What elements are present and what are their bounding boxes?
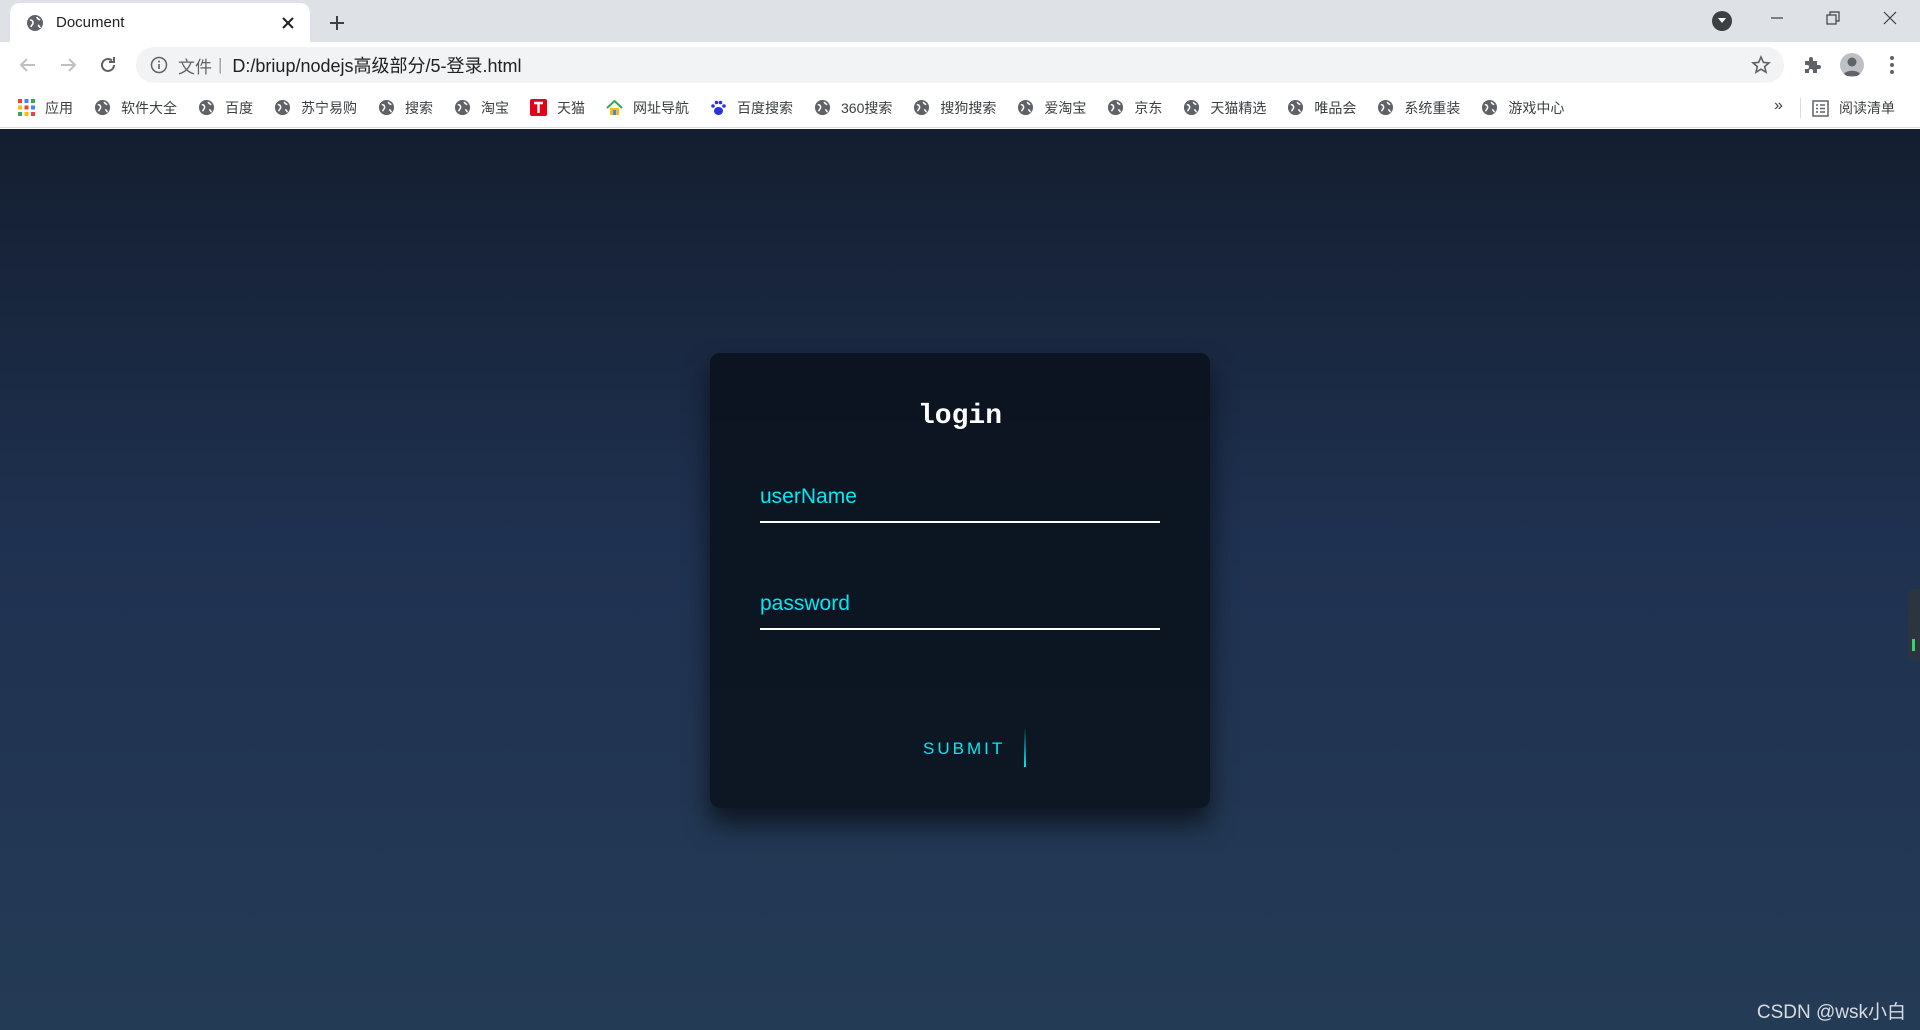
bookmark-label: 搜索 bbox=[405, 99, 433, 116]
bookmarks-bar: 应用 软件大全 百度 苏宁易购 搜索 淘宝 天猫 网址导航 百度搜索 360搜索… bbox=[0, 88, 1920, 128]
bookmark-item[interactable]: 系统重装 bbox=[1377, 98, 1460, 118]
bookmark-label: 系统重装 bbox=[1404, 99, 1461, 116]
login-title: login bbox=[917, 401, 1002, 432]
info-icon[interactable] bbox=[150, 56, 168, 74]
bookmark-item[interactable]: 淘宝 bbox=[454, 98, 509, 118]
close-icon[interactable] bbox=[278, 13, 298, 33]
bookmark-item[interactable]: 搜索 bbox=[378, 98, 433, 118]
globe-icon bbox=[814, 99, 831, 116]
bookmark-label: 软件大全 bbox=[121, 99, 177, 116]
password-input[interactable] bbox=[760, 590, 1160, 630]
bookmark-label: 360搜索 bbox=[841, 99, 893, 116]
bookmark-item[interactable]: 百度 bbox=[198, 98, 253, 118]
profile-avatar[interactable] bbox=[1838, 51, 1866, 79]
globe-icon bbox=[1017, 99, 1034, 116]
bookmark-item[interactable]: 唯品会 bbox=[1287, 98, 1356, 118]
bookmark-item[interactable]: 软件大全 bbox=[94, 98, 177, 118]
bookmarks-overflow-button[interactable]: » bbox=[1774, 97, 1783, 115]
minimize-button[interactable] bbox=[1749, 0, 1805, 36]
submit-animated-border bbox=[1024, 727, 1026, 767]
side-widget-indicator bbox=[1912, 639, 1915, 651]
reading-list-button[interactable]: 阅读清单 bbox=[1812, 98, 1895, 118]
menu-icon[interactable] bbox=[1878, 51, 1906, 79]
bookmark-item[interactable]: 天猫精选 bbox=[1183, 98, 1266, 118]
bookmark-label: 搜狗搜索 bbox=[940, 99, 997, 116]
address-bar[interactable]: 文件 | D:/briup/nodejs高级部分/5-登录.html bbox=[136, 47, 1784, 83]
restore-button[interactable] bbox=[1805, 0, 1861, 36]
side-widget-handle[interactable] bbox=[1908, 589, 1920, 661]
username-underline bbox=[760, 521, 1160, 523]
username-field[interactable]: userName bbox=[760, 483, 1160, 523]
login-box: login userName password SUBMIT bbox=[710, 353, 1210, 808]
bookmark-label: 网址导航 bbox=[633, 99, 689, 116]
globe-icon bbox=[378, 99, 395, 116]
tmall-icon bbox=[530, 99, 547, 116]
reading-list-icon bbox=[1812, 99, 1829, 117]
globe-icon bbox=[94, 99, 111, 116]
bookmark-item[interactable]: 网址导航 bbox=[606, 98, 689, 118]
watermark: CSDN @wsk小白 bbox=[1756, 1002, 1906, 1023]
bookmark-label: 百度 bbox=[225, 99, 253, 116]
bookmark-label: 游戏中心 bbox=[1508, 99, 1565, 116]
bookmark-label: 京东 bbox=[1134, 99, 1163, 116]
tab-search-icon[interactable] bbox=[1712, 11, 1732, 31]
bookmark-item[interactable]: 苏宁易购 bbox=[274, 98, 357, 118]
star-icon[interactable] bbox=[1750, 54, 1772, 76]
globe-icon bbox=[1287, 99, 1304, 116]
password-field[interactable]: password bbox=[760, 590, 1160, 630]
scheme-label: 文件 bbox=[178, 57, 212, 77]
bookmark-item[interactable]: 天猫 bbox=[530, 98, 585, 118]
bookmark-item[interactable]: 360搜索 bbox=[814, 98, 892, 118]
back-button[interactable] bbox=[14, 51, 42, 79]
bookmark-label: 百度搜索 bbox=[737, 99, 793, 116]
bookmark-item[interactable]: 爱淘宝 bbox=[1017, 98, 1086, 118]
globe-icon bbox=[1183, 99, 1200, 116]
address-separator: | bbox=[218, 55, 223, 74]
globe-icon bbox=[454, 99, 471, 116]
bookmark-label: 淘宝 bbox=[481, 99, 509, 116]
globe-icon bbox=[198, 99, 215, 116]
browser-tab[interactable]: Document bbox=[10, 3, 310, 42]
password-underline bbox=[760, 628, 1160, 630]
apps-grid-icon bbox=[18, 99, 35, 116]
bookmark-label: 应用 bbox=[45, 99, 73, 116]
extensions-icon[interactable] bbox=[1798, 51, 1826, 79]
paw-icon bbox=[710, 99, 727, 116]
submit-button[interactable]: SUBMIT bbox=[905, 729, 1023, 769]
bookmark-label: 唯品会 bbox=[1314, 99, 1357, 116]
bookmark-item[interactable]: 京东 bbox=[1107, 98, 1162, 118]
reading-list-label: 阅读清单 bbox=[1839, 100, 1895, 116]
bookmark-apps[interactable]: 应用 bbox=[18, 98, 73, 118]
bookmark-label: 苏宁易购 bbox=[301, 99, 357, 116]
avatar bbox=[1840, 53, 1864, 77]
globe-icon bbox=[1481, 99, 1498, 116]
reload-button[interactable] bbox=[94, 51, 122, 79]
globe-icon bbox=[274, 99, 291, 116]
url-text[interactable]: D:/briup/nodejs高级部分/5-登录.html bbox=[232, 52, 521, 78]
bookmark-label: 天猫 bbox=[557, 99, 585, 116]
browser-toolbar: 文件 | D:/briup/nodejs高级部分/5-登录.html bbox=[0, 42, 1920, 88]
globe-icon bbox=[26, 14, 44, 32]
close-window-button[interactable] bbox=[1862, 0, 1918, 36]
house-icon bbox=[606, 99, 623, 116]
bookmark-item[interactable]: 搜狗搜索 bbox=[913, 98, 996, 118]
bookmark-item[interactable]: 游戏中心 bbox=[1481, 98, 1564, 118]
bookmark-label: 天猫精选 bbox=[1210, 99, 1267, 116]
tab-strip: Document bbox=[0, 0, 1920, 42]
globe-icon bbox=[1107, 99, 1124, 116]
new-tab-button[interactable] bbox=[324, 10, 350, 36]
forward-button[interactable] bbox=[54, 51, 82, 79]
page-content: login userName password SUBMIT CSDN @wsk… bbox=[0, 129, 1920, 1030]
tab-title: Document bbox=[56, 14, 125, 31]
username-input[interactable] bbox=[760, 483, 1160, 523]
bookmark-item[interactable]: 百度搜索 bbox=[710, 98, 793, 118]
globe-icon bbox=[1377, 99, 1394, 116]
bookmark-label: 爱淘宝 bbox=[1044, 99, 1087, 116]
globe-icon bbox=[913, 99, 930, 116]
bookmarks-divider bbox=[1800, 98, 1801, 118]
